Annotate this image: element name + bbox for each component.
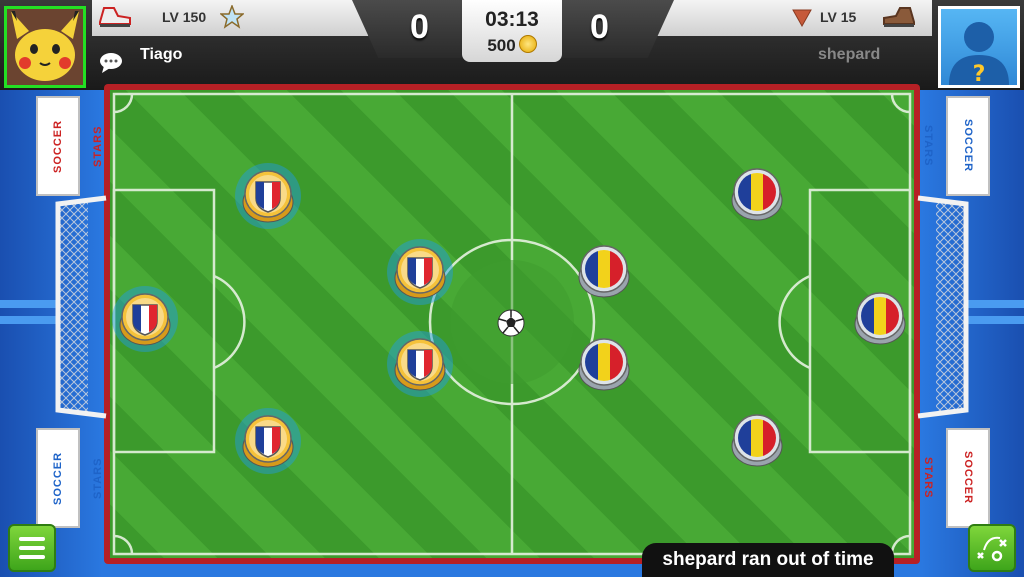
turn-notification: shepard ran out of time: [642, 543, 894, 577]
unknown-avatar: ?: [949, 22, 1009, 87]
menu-icon: [19, 537, 45, 559]
home-player-disc-4[interactable]: [386, 330, 454, 398]
left-goal: [54, 194, 108, 420]
home-player-disc-2[interactable]: [386, 238, 454, 306]
chat-icon[interactable]: [99, 52, 123, 79]
left-player-name: Tiago: [140, 46, 183, 63]
boot-icon: [98, 4, 132, 35]
tactics-button[interactable]: [968, 524, 1016, 572]
right-player-avatar[interactable]: ?: [938, 6, 1020, 88]
coin-icon: [518, 35, 537, 53]
away-player-disc-3: [846, 284, 914, 352]
match-timer: 03:13: [485, 8, 539, 31]
home-player-disc-1[interactable]: [234, 162, 302, 230]
home-player-disc-5[interactable]: [234, 407, 302, 475]
rank-down-icon: [792, 9, 812, 32]
top-bar: 0 0 03:13 500 LV 150 Tiago LV 15 shepard: [0, 0, 1024, 90]
away-player-disc-5: [723, 406, 791, 474]
right-score-panel: [554, 0, 674, 58]
away-player-disc-2: [570, 237, 638, 305]
tactics-icon: [977, 536, 1007, 562]
soccer-ball: [497, 309, 525, 337]
ad-board-bottom-right: SOCCER STARS: [922, 428, 990, 528]
star-icon: [218, 3, 246, 34]
timer-panel: 03:13 500: [462, 0, 562, 62]
menu-button[interactable]: [8, 524, 56, 572]
boot-icon: [882, 4, 916, 35]
right-score: 0: [590, 8, 609, 46]
right-player-level: LV 15: [820, 9, 857, 25]
left-score: 0: [410, 8, 429, 46]
coin-amount: 500: [487, 36, 516, 55]
ad-board-bottom-left: SOCCER STARS: [36, 428, 104, 528]
player-avatar: [7, 9, 83, 85]
svg-text:?: ?: [973, 62, 986, 85]
home-player-disc-3[interactable]: [111, 285, 179, 353]
ad-board-top-right: SOCCER STARS: [922, 96, 990, 196]
coin-stake: 500: [462, 35, 562, 56]
left-player-level: LV 150: [162, 9, 207, 25]
ad-board-top-left: SOCCER STARS: [36, 96, 104, 196]
away-player-disc-4: [570, 330, 638, 398]
left-player-avatar[interactable]: [4, 6, 86, 88]
away-player-disc-1: [723, 160, 791, 228]
right-goal: [916, 194, 970, 420]
right-player-name: shepard: [818, 46, 881, 63]
